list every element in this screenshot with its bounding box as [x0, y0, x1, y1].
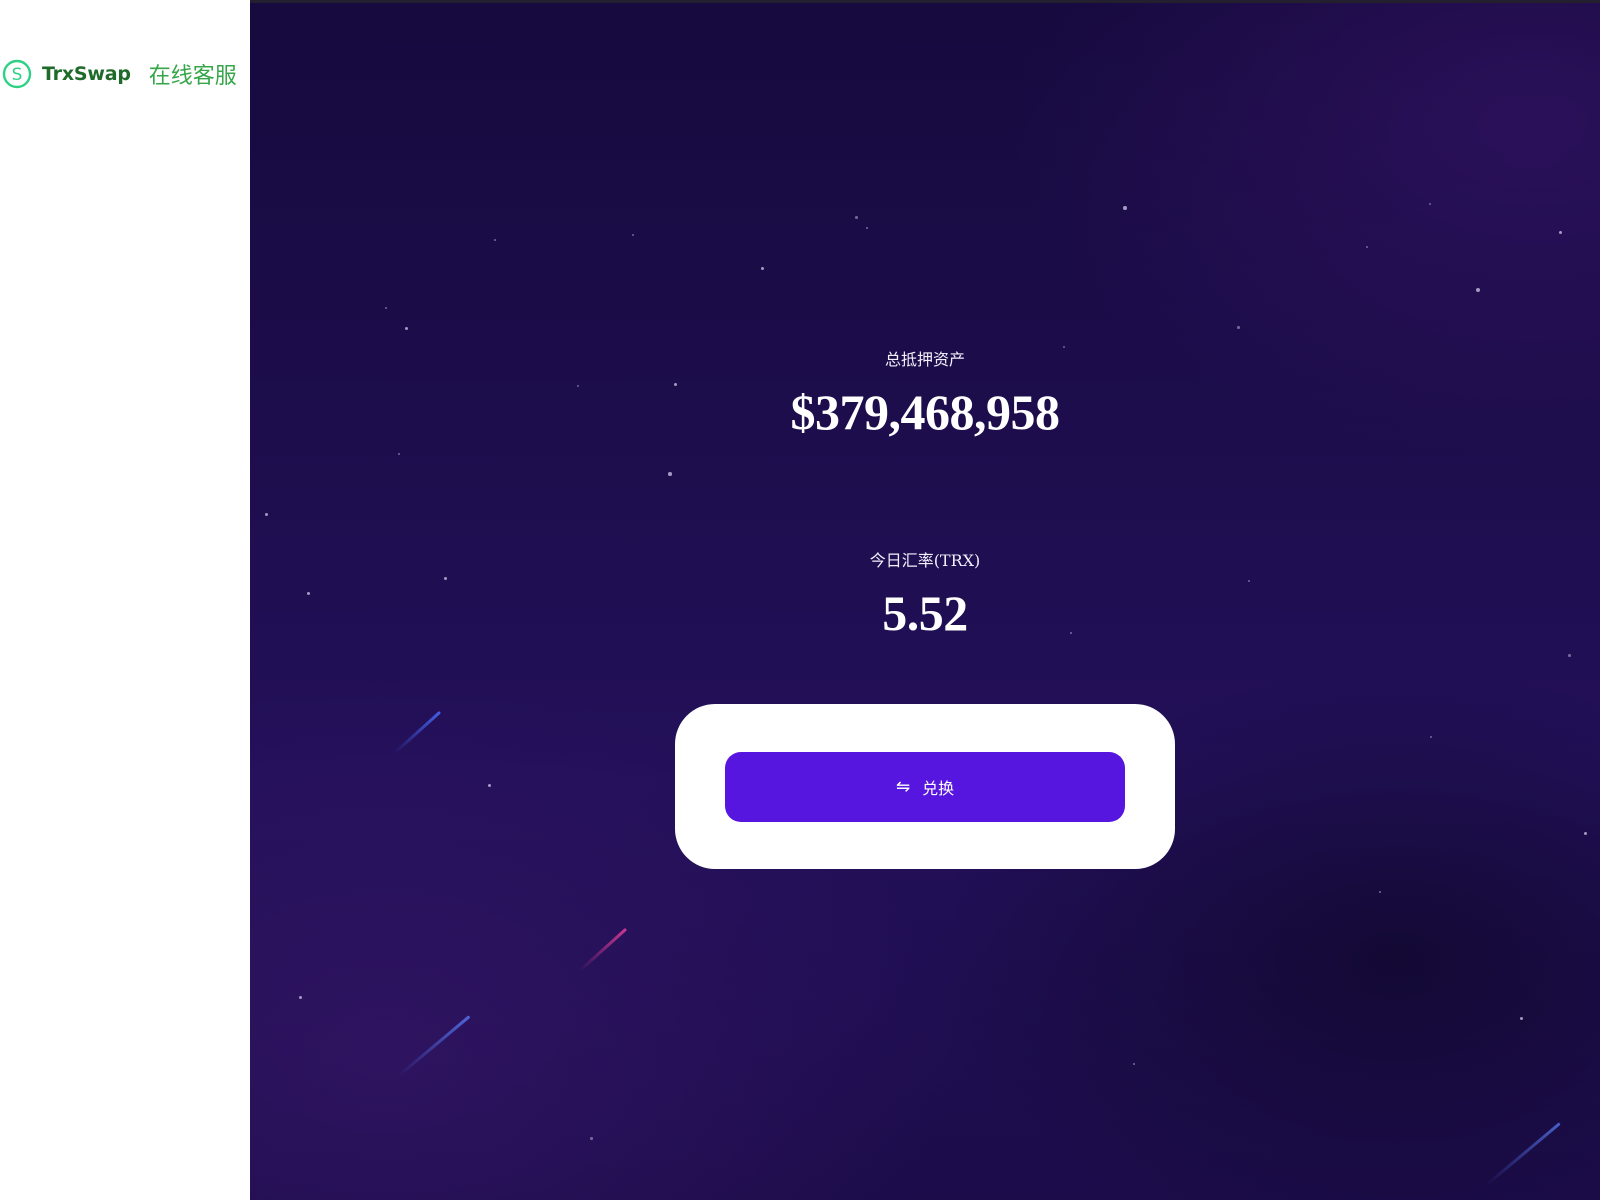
- star: [866, 227, 868, 229]
- star: [1123, 206, 1127, 210]
- swap-button[interactable]: ⇋ 兑换: [725, 752, 1125, 822]
- star: [855, 216, 858, 219]
- star: [488, 784, 491, 787]
- exchange-rate-value: 5.52: [882, 585, 968, 641]
- meteor-streak: [392, 710, 442, 755]
- star: [1429, 203, 1431, 205]
- star: [761, 267, 764, 270]
- star: [1559, 231, 1562, 234]
- star: [1133, 1063, 1135, 1065]
- star: [1430, 736, 1432, 738]
- star: [405, 327, 408, 330]
- sidebar: S TrxSwap 在线客服: [0, 0, 250, 1200]
- star: [265, 513, 268, 516]
- online-support-link[interactable]: 在线客服: [149, 58, 237, 90]
- star: [668, 472, 672, 476]
- brand: S TrxSwap 在线客服: [2, 58, 237, 90]
- dollar-coin-icon: S: [2, 59, 32, 89]
- svg-text:S: S: [12, 65, 23, 85]
- star: [1584, 832, 1587, 835]
- star: [1379, 891, 1381, 893]
- meteor-streak: [398, 1015, 471, 1077]
- star: [299, 996, 302, 999]
- star: [1237, 326, 1240, 329]
- meteor-streak: [1486, 1122, 1561, 1186]
- star: [444, 577, 447, 580]
- star: [1568, 654, 1571, 657]
- brand-name: TrxSwap: [42, 63, 131, 85]
- star: [1366, 246, 1368, 248]
- star: [398, 453, 400, 455]
- exchange-rate-label: 今日汇率(TRX): [869, 551, 981, 570]
- main-panel: 总抵押资产 $379,468,958 今日汇率(TRX) 5.52 ⇋ 兑换: [250, 0, 1600, 1200]
- star: [385, 307, 387, 309]
- swap-button-label: 兑换: [922, 779, 955, 798]
- swap-arrows-icon: ⇋: [895, 776, 911, 797]
- star: [1520, 1017, 1523, 1020]
- total-collateral-value: $379,468,958: [790, 384, 1061, 440]
- star: [590, 1137, 593, 1140]
- star: [1248, 580, 1250, 582]
- star: [1476, 288, 1480, 292]
- total-collateral-label: 总抵押资产: [884, 350, 965, 369]
- star: [632, 234, 634, 236]
- star: [494, 239, 496, 241]
- swap-card: ⇋ 兑换: [675, 704, 1175, 869]
- meteor-streak: [578, 927, 628, 972]
